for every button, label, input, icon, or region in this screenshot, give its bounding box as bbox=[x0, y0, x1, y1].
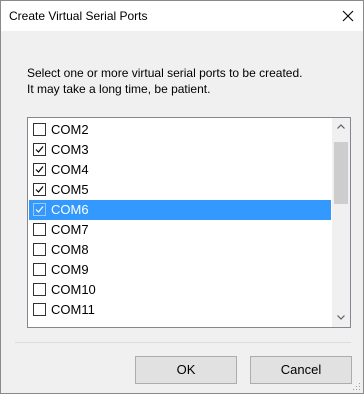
port-label: COM2 bbox=[51, 122, 89, 137]
port-label: COM6 bbox=[51, 202, 89, 217]
port-list-items: COM2 COM3 COM4 COM5 COM6 COM7 COM8 COM9 COM10 COM… bbox=[29, 120, 331, 320]
list-item[interactable]: COM11 bbox=[29, 300, 331, 320]
create-virtual-serial-ports-dialog: Create Virtual Serial Ports Select one o… bbox=[0, 0, 364, 394]
list-item[interactable]: COM10 bbox=[29, 280, 331, 300]
port-checklist[interactable]: COM2 COM3 COM4 COM5 COM6 COM7 COM8 COM9 COM10 COM… bbox=[27, 117, 351, 328]
checkmark-icon bbox=[35, 186, 44, 193]
port-checkbox[interactable] bbox=[33, 183, 46, 196]
list-item[interactable]: COM5 bbox=[29, 180, 331, 200]
vertical-scrollbar[interactable] bbox=[332, 118, 350, 327]
checkmark-icon bbox=[35, 166, 44, 173]
port-checkbox[interactable] bbox=[33, 203, 46, 216]
port-label: COM3 bbox=[51, 142, 89, 157]
scroll-up-button[interactable] bbox=[332, 118, 350, 136]
port-checkbox[interactable] bbox=[33, 123, 46, 136]
title-bar: Create Virtual Serial Ports bbox=[1, 1, 363, 31]
port-label: COM7 bbox=[51, 222, 89, 237]
chevron-up-icon bbox=[337, 124, 345, 129]
port-checkbox[interactable] bbox=[33, 263, 46, 276]
close-button[interactable] bbox=[333, 1, 363, 31]
separator bbox=[15, 342, 351, 343]
list-item[interactable]: COM4 bbox=[29, 160, 331, 180]
checkmark-icon bbox=[35, 146, 44, 153]
instructions-line-2: It may take a long time, be patient. bbox=[27, 82, 211, 96]
port-checkbox[interactable] bbox=[33, 303, 46, 316]
checkmark-icon bbox=[35, 206, 44, 213]
port-checkbox[interactable] bbox=[33, 163, 46, 176]
chevron-down-icon bbox=[337, 315, 345, 320]
scroll-thumb[interactable] bbox=[334, 142, 348, 204]
port-label: COM8 bbox=[51, 242, 89, 257]
instructions-text: Select one or more virtual serial ports … bbox=[27, 65, 302, 97]
close-icon bbox=[342, 10, 354, 22]
list-item[interactable]: COM8 bbox=[29, 240, 331, 260]
port-label: COM4 bbox=[51, 162, 89, 177]
port-checkbox[interactable] bbox=[33, 143, 46, 156]
list-item[interactable]: COM2 bbox=[29, 120, 331, 140]
port-label: COM9 bbox=[51, 262, 89, 277]
list-item[interactable]: COM9 bbox=[29, 260, 331, 280]
port-label: COM11 bbox=[51, 302, 95, 317]
cancel-button[interactable]: Cancel bbox=[250, 356, 352, 384]
port-checkbox[interactable] bbox=[33, 223, 46, 236]
port-label: COM5 bbox=[51, 182, 89, 197]
port-checkbox[interactable] bbox=[33, 243, 46, 256]
port-label: COM10 bbox=[51, 282, 96, 297]
resize-grip-icon[interactable] bbox=[353, 383, 361, 391]
list-item[interactable]: COM6 bbox=[29, 200, 331, 220]
list-item[interactable]: COM3 bbox=[29, 140, 331, 160]
instructions-line-1: Select one or more virtual serial ports … bbox=[27, 66, 303, 80]
list-item[interactable]: COM7 bbox=[29, 220, 331, 240]
window-title: Create Virtual Serial Ports bbox=[9, 9, 148, 23]
ok-button[interactable]: OK bbox=[135, 356, 237, 384]
scroll-down-button[interactable] bbox=[332, 309, 350, 327]
port-checkbox[interactable] bbox=[33, 283, 46, 296]
